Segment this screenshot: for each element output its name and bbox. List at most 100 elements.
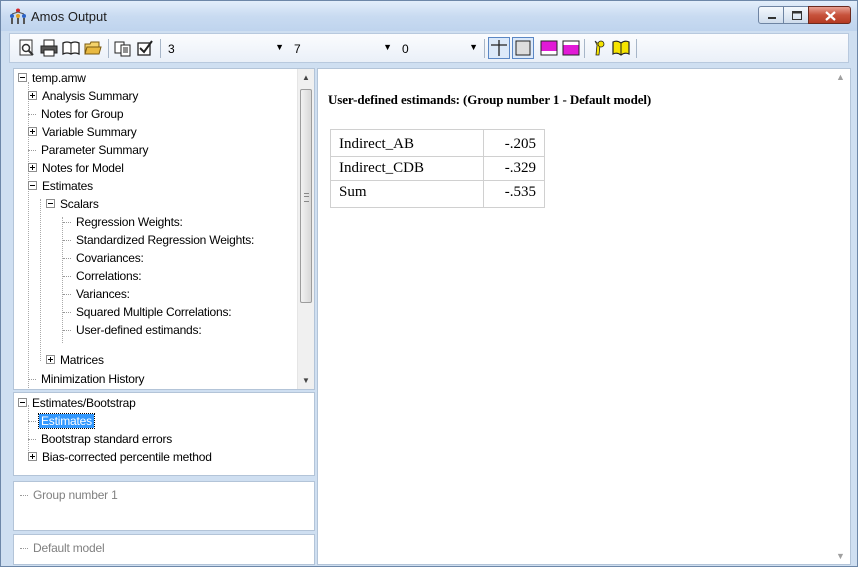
tree-item-label: Variances:: [76, 287, 130, 301]
tree-item-correlations[interactable]: Correlations:: [63, 267, 143, 285]
tree-connector: [63, 257, 71, 260]
expand-icon[interactable]: [28, 91, 37, 101]
group-list-item[interactable]: Group number 1: [20, 486, 120, 504]
tree-item-estimates[interactable]: Estimates: [28, 177, 95, 195]
tree-item-label: Scalars: [60, 197, 99, 211]
toolbar: 3 ▼ 7 ▼ 0 ▼: [9, 33, 849, 63]
tree-item-scalars[interactable]: Scalars: [46, 195, 101, 213]
checkbox-icon[interactable]: [136, 39, 154, 57]
tree-root-label: temp.amw: [32, 71, 86, 85]
toolbar-separator: [484, 39, 485, 58]
tree-connector: [20, 494, 28, 497]
tree-item-label: Notes for Group: [41, 107, 124, 121]
tree-item-label: Analysis Summary: [42, 89, 139, 103]
tree-scrollbar[interactable]: ▲ ▼: [297, 69, 314, 389]
tree-item-minimization[interactable]: Minimization History: [28, 370, 146, 388]
combo-width[interactable]: 7 ▼: [290, 40, 394, 58]
tree-item-matrices[interactable]: Matrices: [46, 351, 106, 369]
amos-output-window: Amos Output 3 ▼ 7 ▼ 0 ▼ temp.amw Analysi…: [0, 0, 858, 567]
collapse-icon[interactable]: [18, 398, 27, 408]
collapse-icon[interactable]: [18, 73, 27, 83]
tree-item-std-regression-weights[interactable]: Standardized Regression Weights:: [63, 231, 256, 249]
copy-icon[interactable]: [114, 39, 132, 57]
tree-item-label: Squared Multiple Correlations:: [76, 305, 232, 319]
window-title: Amos Output: [31, 9, 107, 24]
toolbar-separator: [584, 39, 585, 58]
tree-item-label: Regression Weights:: [76, 215, 183, 229]
box-icon[interactable]: [512, 37, 534, 59]
tree-item-user-defined[interactable]: User-defined estimands:: [63, 321, 203, 339]
table-row: Indirect_CDB -.329: [330, 156, 545, 181]
window-controls: [758, 6, 851, 24]
tree-connector: [28, 438, 36, 441]
estimand-name: Indirect_CDB: [330, 156, 484, 181]
viewer-scrollbar[interactable]: ▲ ▼: [833, 69, 850, 564]
maximize-button[interactable]: [783, 6, 809, 24]
chevron-down-icon: ▼: [469, 42, 478, 52]
tree-item-notes-model[interactable]: Notes for Model: [28, 159, 126, 177]
close-button[interactable]: [808, 6, 851, 24]
tree-item-label: Estimates: [42, 179, 93, 193]
combo-zero[interactable]: 0 ▼: [398, 40, 480, 58]
tree-item-label: Bias-corrected percentile method: [42, 450, 212, 464]
open-folder-icon[interactable]: [84, 39, 102, 57]
help-icon[interactable]: [590, 39, 608, 57]
tree-item-covariances[interactable]: Covariances:: [63, 249, 146, 267]
chevron-down-icon: ▼: [383, 42, 392, 52]
book-icon[interactable]: [62, 39, 80, 57]
expand-icon[interactable]: [28, 163, 37, 173]
scroll-up-arrow-icon[interactable]: ▲: [836, 72, 845, 82]
minimize-button[interactable]: [758, 6, 784, 24]
print-icon[interactable]: [40, 39, 58, 57]
tree-item-regression-weights[interactable]: Regression Weights:: [63, 213, 185, 231]
tree-root[interactable]: temp.amw: [18, 69, 88, 87]
tree-item-analysis-summary[interactable]: Analysis Summary: [28, 87, 140, 105]
tree-item-variable-summary[interactable]: Variable Summary: [28, 123, 139, 141]
tree-item-notes-group[interactable]: Notes for Group: [28, 105, 125, 123]
tree-item-label: Variable Summary: [42, 125, 137, 139]
grid-lines-icon[interactable]: [488, 37, 510, 59]
tree-bootstrap-bias-corrected[interactable]: Bias-corrected percentile method: [28, 448, 214, 466]
tree-item-parameter-summary[interactable]: Parameter Summary: [28, 141, 150, 159]
tree-item-label: Minimization History: [41, 372, 145, 386]
print-preview-icon[interactable]: [18, 39, 36, 57]
tree-item-label: Correlations:: [76, 269, 142, 283]
combo-width-value: 7: [294, 42, 301, 56]
estimand-name: Indirect_AB: [330, 129, 484, 157]
book-open-icon[interactable]: [612, 39, 630, 57]
table-footer-icon[interactable]: [562, 39, 580, 57]
output-heading: User-defined estimands: (Group number 1 …: [328, 92, 652, 107]
tree-connector: [63, 311, 71, 314]
scroll-down-arrow-icon[interactable]: ▼: [836, 551, 845, 561]
scroll-up-arrow-icon[interactable]: ▲: [298, 69, 314, 86]
expand-icon[interactable]: [46, 355, 55, 365]
bootstrap-panel: Estimates/Bootstrap Estimates Bootstrap …: [13, 392, 315, 476]
model-list-item[interactable]: Default model: [20, 539, 106, 557]
expand-icon[interactable]: [28, 452, 37, 462]
amos-app-icon: [10, 8, 26, 24]
scroll-down-arrow-icon[interactable]: ▼: [298, 372, 314, 389]
tree-item-label: Parameter Summary: [41, 143, 149, 157]
output-viewer: User-defined estimands: (Group number 1 …: [317, 68, 851, 565]
toolbar-separator: [108, 39, 109, 58]
scrollbar-thumb[interactable]: [300, 89, 312, 303]
table-header-icon[interactable]: [540, 39, 558, 57]
tree-item-label: Matrices: [60, 353, 104, 367]
tree-item-label: Notes for Model: [42, 161, 124, 175]
combo-decimals[interactable]: 3 ▼: [164, 40, 286, 58]
tree-connector: [28, 113, 36, 116]
table-row: Indirect_AB -.205: [330, 129, 545, 157]
tree-bootstrap-se[interactable]: Bootstrap standard errors: [28, 430, 174, 448]
close-icon: [825, 11, 836, 21]
title-bar: Amos Output: [1, 1, 857, 31]
tree-item-smc[interactable]: Squared Multiple Correlations:: [63, 303, 233, 321]
tree-item-label: Bootstrap standard errors: [41, 432, 173, 446]
tree-bootstrap-estimates[interactable]: Estimates: [28, 412, 95, 430]
collapse-icon[interactable]: [46, 199, 55, 209]
estimand-value: -.205: [483, 129, 545, 157]
maximize-icon: [792, 11, 802, 20]
tree-item-variances[interactable]: Variances:: [63, 285, 132, 303]
tree-bootstrap-root[interactable]: Estimates/Bootstrap: [18, 394, 138, 412]
expand-icon[interactable]: [28, 127, 37, 137]
collapse-icon[interactable]: [28, 181, 37, 191]
